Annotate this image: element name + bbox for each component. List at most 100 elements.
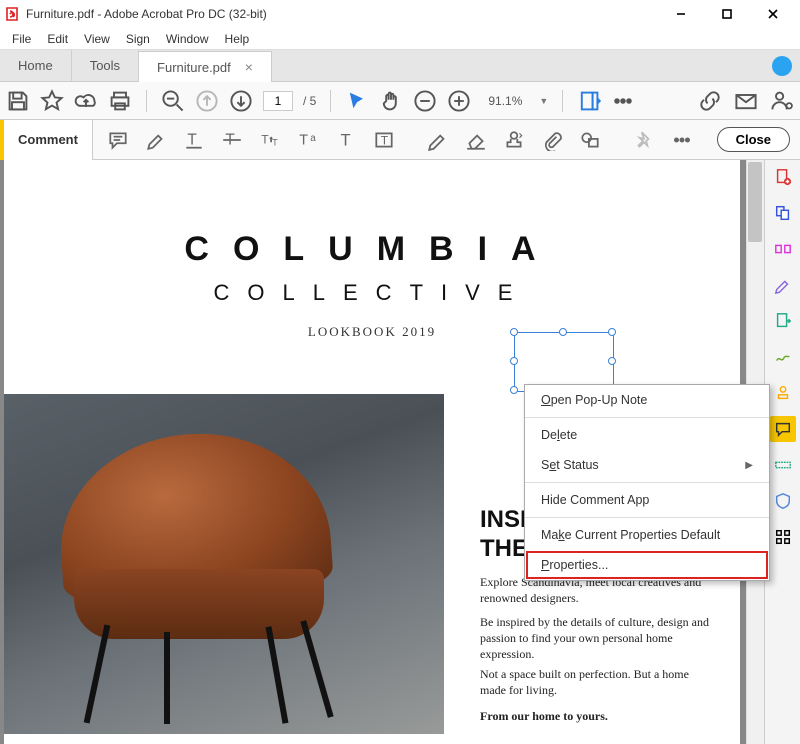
star-icon[interactable] (40, 89, 64, 113)
body-para-4: From our home to yours. (480, 708, 710, 724)
titlebar: Furniture.pdf - Adobe Acrobat Pro DC (32… (0, 0, 800, 28)
cloud-upload-icon[interactable] (74, 89, 98, 113)
page-total-label: / 5 (303, 94, 316, 108)
separator (146, 90, 147, 112)
chair-seat-shape (74, 569, 324, 639)
hand-tool-icon[interactable] (379, 89, 403, 113)
share-user-icon[interactable] (770, 89, 794, 113)
menu-file[interactable]: File (4, 30, 39, 48)
fit-width-icon[interactable] (577, 89, 601, 113)
link-icon[interactable] (698, 89, 722, 113)
tab-tools-label: Tools (90, 58, 120, 73)
resize-handle[interactable] (608, 328, 616, 336)
annotation-selection[interactable] (514, 332, 614, 392)
brand-subtitle: COLLECTIVE (4, 280, 740, 306)
tab-close-icon[interactable]: × (245, 59, 253, 75)
edit-pdf-icon[interactable] (770, 272, 796, 298)
underline-text-icon[interactable]: T (183, 129, 205, 151)
menu-help[interactable]: Help (217, 30, 258, 48)
select-tool-icon[interactable] (345, 89, 369, 113)
resize-handle[interactable] (608, 357, 616, 365)
eraser-icon[interactable] (465, 129, 487, 151)
cm-open-popup-label: Open Pop-Up Note (541, 393, 647, 407)
replace-text-icon[interactable]: TT (259, 129, 281, 151)
zoom-plus-icon[interactable] (447, 89, 471, 113)
user-avatar[interactable] (772, 56, 792, 76)
stamp-tool-icon[interactable] (770, 380, 796, 406)
mail-icon[interactable] (734, 89, 758, 113)
resize-handle[interactable] (510, 328, 518, 336)
cm-properties-label: Properties... (541, 558, 608, 572)
resize-handle[interactable] (559, 328, 567, 336)
menu-sign[interactable]: Sign (118, 30, 158, 48)
separator (562, 90, 563, 112)
export-pdf-icon[interactable] (770, 308, 796, 334)
menu-window[interactable]: Window (158, 30, 217, 48)
tab-tools[interactable]: Tools (72, 50, 139, 81)
menu-view[interactable]: View (76, 30, 118, 48)
attach-icon[interactable] (541, 129, 563, 151)
pin-icon[interactable] (633, 129, 655, 151)
insert-text-icon[interactable]: Ta (297, 129, 319, 151)
zoom-dropdown-icon[interactable]: ▼ (539, 96, 548, 106)
print-icon[interactable] (108, 89, 132, 113)
cm-delete-label: Delete (541, 428, 577, 442)
chair-leg (266, 626, 289, 724)
zoom-minus-icon[interactable] (413, 89, 437, 113)
minimize-button[interactable] (658, 0, 704, 28)
zoom-level[interactable]: 91.1% (481, 91, 529, 111)
resize-handle[interactable] (510, 357, 518, 365)
tab-document[interactable]: Furniture.pdf × (139, 51, 272, 82)
pencil-icon[interactable] (427, 129, 449, 151)
cm-open-popup[interactable]: Open Pop-Up Note (525, 385, 769, 415)
highlight-icon[interactable] (145, 129, 167, 151)
page-number-input[interactable] (263, 91, 293, 111)
scroll-thumb[interactable] (748, 162, 762, 242)
more-icon[interactable] (671, 129, 693, 151)
svg-text:T: T (381, 133, 389, 147)
svg-text:T: T (272, 137, 278, 147)
acrobat-icon (4, 6, 20, 22)
fill-sign-icon[interactable] (770, 344, 796, 370)
maximize-button[interactable] (704, 0, 750, 28)
organize-pages-icon[interactable] (770, 236, 796, 262)
shapes-icon[interactable] (579, 129, 601, 151)
cm-set-status[interactable]: Set Status▶ (525, 450, 769, 480)
tab-home[interactable]: Home (0, 50, 72, 81)
headline-line2: THE (480, 535, 528, 562)
cm-make-default-label: Make Current Properties Default (541, 528, 720, 542)
resize-handle[interactable] (510, 386, 518, 394)
save-icon[interactable] (6, 89, 30, 113)
stamp-icon[interactable] (503, 129, 525, 151)
prev-page-icon[interactable] (195, 89, 219, 113)
toolbar-right-group (698, 89, 794, 113)
more-tools-side-icon[interactable] (770, 524, 796, 550)
comment-tool-icon[interactable] (770, 416, 796, 442)
more-tools-icon[interactable] (611, 89, 635, 113)
comment-tools: T T TT Ta T T (93, 129, 717, 151)
cm-hide-comment-label: Hide Comment App (541, 493, 649, 507)
cm-separator (525, 417, 769, 418)
next-page-icon[interactable] (229, 89, 253, 113)
cm-hide-comment[interactable]: Hide Comment App (525, 485, 769, 515)
close-button[interactable] (750, 0, 796, 28)
main-toolbar: / 5 91.1% ▼ (0, 82, 800, 120)
cm-properties[interactable]: Properties... (525, 550, 769, 580)
protect-icon[interactable] (770, 488, 796, 514)
text-box-icon[interactable]: T (373, 129, 395, 151)
close-comment-button[interactable]: Close (717, 127, 790, 152)
tab-row: Home Tools Furniture.pdf × (0, 50, 800, 82)
tab-document-label: Furniture.pdf (157, 60, 231, 75)
sticky-note-icon[interactable] (107, 129, 129, 151)
zoom-out-icon[interactable] (161, 89, 185, 113)
add-text-icon[interactable]: T (335, 129, 357, 151)
cm-delete[interactable]: Delete (525, 420, 769, 450)
measure-icon[interactable] (770, 452, 796, 478)
strikethrough-icon[interactable]: T (221, 129, 243, 151)
cm-make-default[interactable]: Make Current Properties Default (525, 520, 769, 550)
window-controls (658, 0, 796, 28)
menu-edit[interactable]: Edit (39, 30, 76, 48)
tabrow-right-tools (744, 50, 800, 81)
create-pdf-icon[interactable] (770, 164, 796, 190)
combine-files-icon[interactable] (770, 200, 796, 226)
